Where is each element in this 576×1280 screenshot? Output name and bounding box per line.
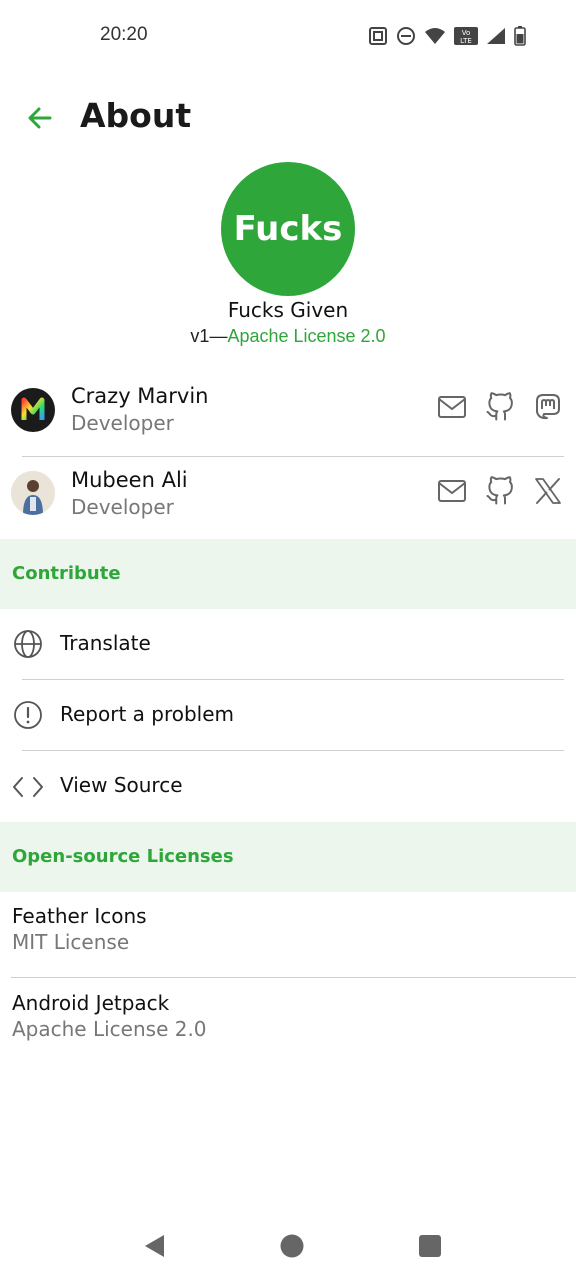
github-button[interactable] [485, 476, 515, 506]
report-problem-row[interactable]: Report a problem [0, 680, 576, 750]
license-name: Android Jetpack [12, 991, 170, 1015]
page-title: About [80, 96, 192, 135]
github-icon [486, 392, 513, 421]
developer-role: Developer [71, 495, 174, 519]
globe-icon [12, 628, 44, 660]
avatar [11, 471, 55, 515]
code-icon [12, 771, 44, 803]
avatar [11, 388, 55, 432]
dnd-icon [397, 27, 415, 45]
developer-role: Developer [71, 411, 174, 435]
license-item[interactable]: Feather Icons MIT License [0, 892, 576, 978]
app-logo: Fucks [221, 162, 355, 296]
section-title: Contribute [12, 563, 121, 584]
x-twitter-button[interactable] [533, 476, 563, 506]
x-logo-icon [535, 478, 561, 504]
developer-name: Mubeen Ali [71, 468, 188, 492]
github-icon [486, 476, 513, 505]
app-name: Fucks Given [227, 298, 349, 322]
section-header-licenses: Open-source Licenses [0, 822, 576, 892]
license-item[interactable]: Android Jetpack Apache License 2.0 [0, 979, 576, 1065]
developer-row: Crazy Marvin Developer [0, 368, 576, 450]
email-button[interactable] [437, 392, 467, 422]
battery-icon [514, 26, 526, 46]
row-label: Translate [60, 631, 151, 655]
svg-text:Vo: Vo [462, 29, 471, 37]
mastodon-icon [536, 394, 560, 420]
view-source-row[interactable]: View Source [0, 751, 576, 821]
status-time: 20:20 [100, 24, 148, 45]
developer-row: Mubeen Ali Developer [0, 452, 576, 534]
svg-text:LTE: LTE [460, 37, 472, 45]
developer-name: Crazy Marvin [71, 384, 209, 408]
wifi-icon [425, 28, 445, 44]
mastodon-button[interactable] [533, 392, 563, 422]
row-label: Report a problem [60, 702, 235, 726]
square-recents-icon [419, 1235, 441, 1257]
arrow-left-icon [28, 107, 52, 129]
section-title: Open-source Licenses [12, 846, 234, 867]
translate-row[interactable]: Translate [0, 609, 576, 679]
version-separator: — [209, 326, 228, 346]
circle-home-icon [280, 1234, 304, 1258]
section-header-contribute: Contribute [0, 539, 576, 609]
app-license-link[interactable]: Apache License 2.0 [227, 326, 385, 346]
nav-back-button[interactable] [143, 1234, 167, 1262]
triangle-back-icon [145, 1235, 164, 1257]
app-version: v1 [190, 326, 210, 346]
alert-circle-icon [12, 699, 44, 731]
row-label: View Source [60, 773, 183, 797]
back-button[interactable] [22, 100, 58, 136]
github-button[interactable] [485, 392, 515, 422]
divider [11, 977, 576, 978]
mail-icon [438, 480, 466, 502]
nav-home-button[interactable] [280, 1234, 304, 1262]
mail-icon [438, 396, 466, 418]
license-type: Apache License 2.0 [12, 1017, 207, 1041]
license-type: MIT License [12, 930, 130, 954]
signal-icon [487, 28, 505, 44]
license-name: Feather Icons [12, 904, 147, 928]
volte-icon: VoLTE [454, 27, 478, 45]
navigation-bar [0, 1212, 576, 1280]
version-line: v1—Apache License 2.0 [0, 326, 576, 347]
app-logo-text: Fucks [233, 209, 343, 249]
status-icons: Vo LTE [368, 26, 526, 46]
nav-recents-button[interactable] [418, 1234, 442, 1262]
email-button[interactable] [437, 476, 467, 506]
nfc-icon [369, 27, 387, 45]
